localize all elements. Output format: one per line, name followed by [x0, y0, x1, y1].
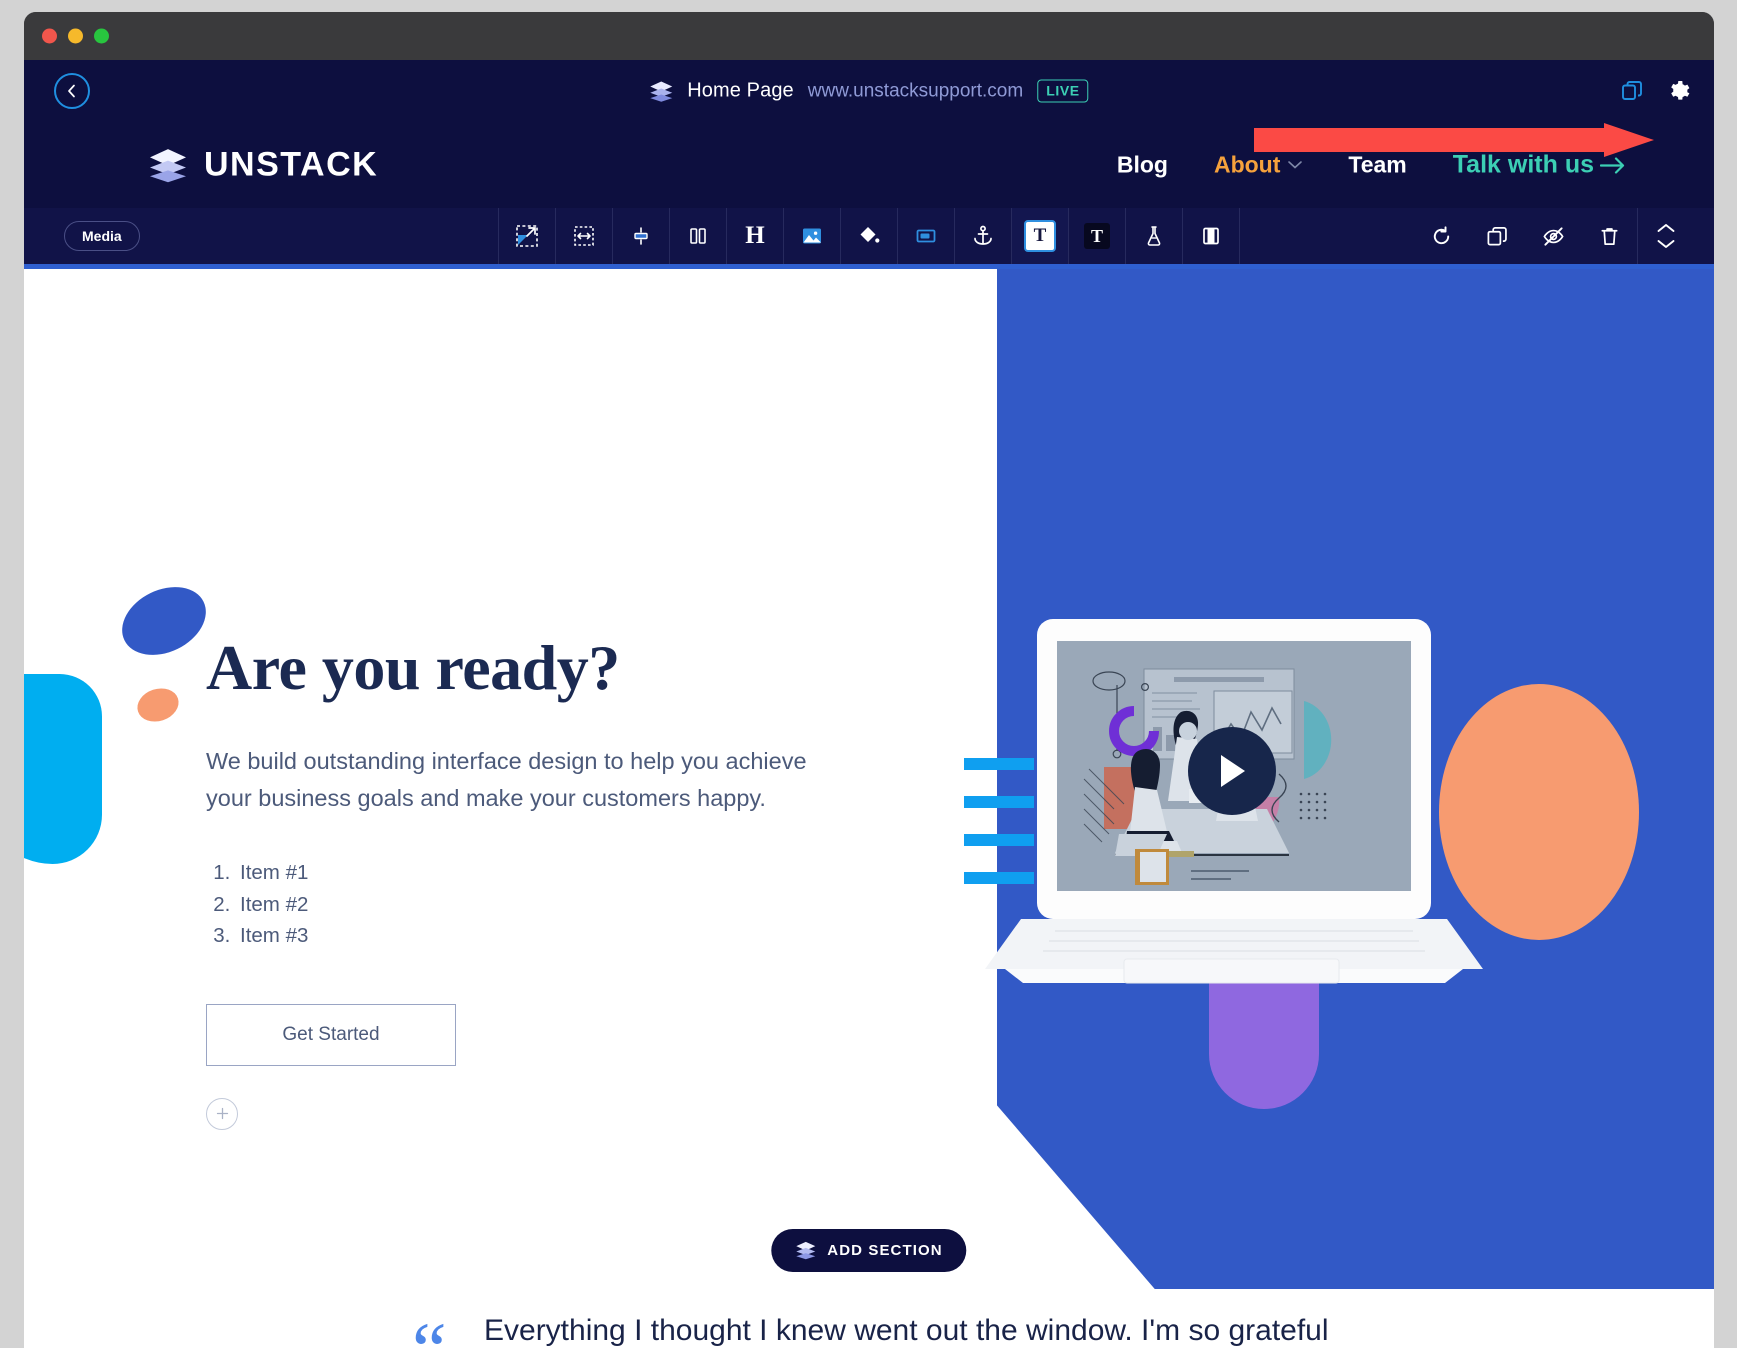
- padding-icon: [634, 227, 648, 245]
- stack-logo-icon: [150, 148, 186, 182]
- text-color-light-icon: T: [1024, 220, 1056, 252]
- chevron-down-icon: [1288, 161, 1303, 169]
- hero-heading: Are you ready?: [206, 632, 620, 703]
- window-titlebar: [24, 12, 1714, 60]
- quote-mark-icon: “: [412, 1311, 447, 1348]
- site-logo[interactable]: UNSTACK: [148, 146, 378, 185]
- site-navbar: UNSTACK Blog About Team Talk with us: [24, 122, 1714, 208]
- close-window-button[interactable]: [42, 28, 57, 44]
- duplicate-icon: [1487, 226, 1507, 246]
- hero-list-item: Item #2: [236, 889, 866, 920]
- maximize-window-button[interactable]: [94, 28, 109, 44]
- unstack-editor-app: Home Page www.unstacksupport.com LIVE UN…: [24, 60, 1714, 1348]
- hide-tool[interactable]: [1525, 208, 1581, 264]
- add-block-button[interactable]: [206, 1097, 238, 1130]
- site-nav-links: Blog About Team Talk with us: [1117, 151, 1626, 180]
- hero-list-item: Item #1: [236, 857, 866, 888]
- testimonial-section: “ Everything I thought I knew went out t…: [24, 1289, 1714, 1348]
- nav-link-about[interactable]: About: [1213, 151, 1303, 179]
- arrow-right-icon: [1600, 156, 1625, 174]
- selected-section-indicator: [24, 264, 1714, 269]
- chevron-up-icon[interactable]: [1657, 223, 1675, 233]
- ab-test-flask-icon: [1147, 226, 1161, 246]
- chevron-down-icon[interactable]: [1657, 239, 1675, 249]
- image-tool[interactable]: [783, 208, 840, 264]
- duplicate-tool[interactable]: [1469, 208, 1525, 264]
- page-title: Home Page: [687, 79, 794, 102]
- hero-list-item: Item #3: [236, 920, 866, 951]
- settings-gear-icon[interactable]: [1666, 79, 1690, 103]
- columns-tool[interactable]: [669, 208, 726, 264]
- decor-navy-blob: [110, 573, 218, 669]
- chevron-left-icon: [68, 84, 75, 98]
- add-section-label: ADD SECTION: [827, 1242, 943, 1259]
- page-canvas: Are you ready? We build outstanding inte…: [24, 264, 1714, 1348]
- nav-link-team[interactable]: Team: [1348, 152, 1406, 179]
- background-fill-tool[interactable]: [840, 208, 897, 264]
- add-section-button[interactable]: ADD SECTION: [771, 1229, 967, 1272]
- editor-actions: [1620, 79, 1690, 103]
- laptop-illustration: [985, 619, 1483, 984]
- move-section-tool[interactable]: [1637, 208, 1694, 264]
- hero-list: Item #1 Item #2 Item #3: [206, 857, 866, 951]
- button-icon: [916, 229, 936, 243]
- nav-cta-label: Talk with us: [1452, 150, 1594, 179]
- nav-link-about-label: About: [1213, 151, 1281, 178]
- split-layout-icon: [1203, 227, 1219, 245]
- get-started-button[interactable]: Get Started: [206, 1003, 456, 1066]
- refresh-icon: [1433, 225, 1449, 244]
- back-button[interactable]: [54, 73, 90, 109]
- stack-logo-icon: [796, 1241, 816, 1260]
- page-meta: Home Page www.unstacksupport.com LIVE: [649, 79, 1089, 103]
- section-width-tool[interactable]: [555, 208, 612, 264]
- editor-top-bar: Home Page www.unstacksupport.com LIVE: [24, 60, 1714, 157]
- text-color-dark-tool[interactable]: T: [1068, 208, 1125, 264]
- ab-test-tool[interactable]: [1125, 208, 1182, 264]
- section-toolbar: Media H T T: [24, 208, 1714, 264]
- plus-circle-icon: [216, 1107, 228, 1120]
- toolbar-right-tools: [1413, 208, 1694, 264]
- anchor-icon: [974, 225, 992, 245]
- text-color-dark-icon: T: [1084, 223, 1110, 249]
- media-chip[interactable]: Media: [64, 221, 140, 251]
- status-badge: LIVE: [1037, 79, 1089, 103]
- padding-tool[interactable]: [612, 208, 669, 264]
- nav-link-blog[interactable]: Blog: [1117, 152, 1168, 179]
- resize-section-tool[interactable]: [498, 208, 555, 264]
- hide-eye-icon: [1542, 226, 1564, 246]
- refresh-tool[interactable]: [1413, 208, 1469, 264]
- button-tool[interactable]: [897, 208, 954, 264]
- hero-paragraph: We build outstanding interface design to…: [206, 748, 807, 812]
- hero-video-laptop[interactable]: [949, 619, 1519, 989]
- decor-cyan-blob: [24, 674, 102, 864]
- duplicate-page-icon[interactable]: [1620, 79, 1644, 103]
- section-width-icon: [574, 226, 594, 246]
- anchor-tool[interactable]: [954, 208, 1011, 264]
- image-icon: [803, 228, 821, 244]
- delete-trash-icon: [1600, 227, 1618, 245]
- toolbar-tools: H T T: [498, 208, 1240, 264]
- heading-icon: H: [745, 222, 765, 249]
- stack-logo-icon: [650, 81, 673, 102]
- columns-icon: [690, 228, 706, 244]
- split-layout-tool[interactable]: [1182, 208, 1240, 264]
- minimize-window-button[interactable]: [68, 28, 83, 44]
- site-logo-text: UNSTACK: [204, 145, 379, 184]
- heading-tool[interactable]: H: [726, 208, 783, 264]
- text-color-light-tool[interactable]: T: [1011, 208, 1068, 264]
- nav-cta-talk-with-us[interactable]: Talk with us: [1453, 151, 1626, 180]
- testimonial-quote: Everything I thought I knew went out the…: [484, 1314, 1329, 1347]
- traffic-lights: [42, 28, 109, 44]
- page-url: www.unstacksupport.com: [807, 80, 1024, 101]
- delete-tool[interactable]: [1581, 208, 1637, 264]
- hero-text-block: Are you ready? We build outstanding inte…: [206, 634, 866, 1130]
- resize-section-icon: [516, 225, 538, 247]
- browser-window: Home Page www.unstacksupport.com LIVE UN…: [24, 12, 1714, 1348]
- decor-orange-blob: [133, 683, 183, 727]
- background-fill-icon: [860, 227, 880, 243]
